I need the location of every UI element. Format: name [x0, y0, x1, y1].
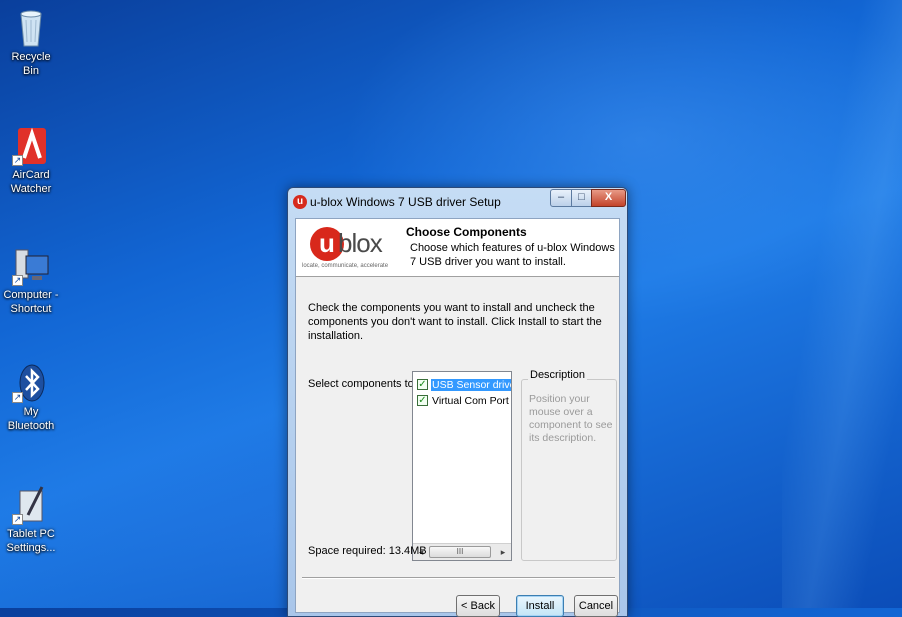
ublox-app-icon: u	[293, 195, 307, 209]
scrollbar-thumb[interactable]: III	[429, 546, 491, 558]
checkbox-checked-icon[interactable]: ✓	[417, 395, 428, 406]
shortcut-arrow-icon: ↗	[12, 514, 23, 525]
ublox-logo-tagline: locate, communicate, accelerate	[302, 263, 389, 269]
desktop-icon-label: My Bluetooth	[7, 406, 55, 432]
window-client-area: u blox locate, communicate, accelerate C…	[295, 218, 620, 617]
back-button[interactable]: < Back	[456, 595, 500, 617]
component-label: USB Sensor driver files	[431, 378, 511, 391]
desktop-icon-label: Computer - Shortcut	[3, 289, 59, 315]
tablet-pc-settings-icon: ↗	[12, 485, 50, 525]
desktop-icon-bluetooth[interactable]: ↗ My Bluetooth	[2, 363, 60, 433]
setup-window: u u-blox Windows 7 USB driver Setup – □ …	[287, 187, 628, 617]
component-usb-sensor-driver-files[interactable]: ✓ USB Sensor driver files	[417, 377, 511, 392]
component-label: Virtual Com Port driver files	[432, 394, 511, 407]
desktop-icon-recycle-bin[interactable]: Recycle Bin	[2, 8, 60, 78]
install-button[interactable]: Install	[516, 595, 564, 617]
desktop-icon-aircard-watcher[interactable]: ↗ AirCard Watcher	[2, 126, 60, 196]
window-titlebar[interactable]: u u-blox Windows 7 USB driver Setup – □ …	[288, 188, 627, 218]
desktop-icon-label: Tablet PC Settings...	[6, 528, 56, 554]
footer-divider	[302, 577, 615, 579]
component-virtual-com-port-driver-files[interactable]: ✓ Virtual Com Port driver files	[417, 393, 511, 408]
computer-icon: ↗	[12, 246, 50, 286]
desktop-light-streak	[782, 0, 902, 608]
header-band: u blox locate, communicate, accelerate C…	[296, 219, 619, 277]
page-subtitle: Choose which features of u-blox Windows …	[410, 242, 615, 268]
minimize-button[interactable]: –	[550, 189, 572, 207]
checkbox-checked-icon[interactable]: ✓	[417, 379, 428, 390]
horizontal-scrollbar[interactable]: ◂ III ▸	[413, 543, 511, 560]
description-legend: Description	[528, 369, 588, 381]
intro-text: Check the components you want to install…	[308, 302, 602, 342]
aircard-watcher-icon: ↗	[12, 126, 50, 166]
desktop-icon-computer[interactable]: ↗ Computer - Shortcut	[2, 246, 60, 316]
space-required-label: Space required: 13.4MB	[308, 545, 427, 557]
ublox-logo: u blox locate, communicate, accelerate	[302, 223, 400, 273]
desktop-icon-tablet-pc-settings[interactable]: ↗ Tablet PC Settings...	[2, 485, 60, 555]
cancel-button[interactable]: Cancel	[574, 595, 618, 617]
maximize-button[interactable]: □	[571, 189, 592, 207]
bluetooth-icon: ↗	[12, 363, 50, 403]
recycle-bin-icon	[12, 8, 50, 48]
description-text: Position your mouse over a component to …	[529, 393, 613, 444]
description-groupbox: Position your mouse over a component to …	[521, 379, 617, 561]
shortcut-arrow-icon: ↗	[12, 275, 23, 286]
ublox-logo-word: blox	[338, 228, 383, 258]
window-title: u-blox Windows 7 USB driver Setup	[310, 195, 501, 209]
scroll-right-icon[interactable]: ▸	[497, 546, 509, 558]
desktop-icon-label: AirCard Watcher	[10, 169, 52, 195]
shortcut-arrow-icon: ↗	[12, 155, 23, 166]
shortcut-arrow-icon: ↗	[12, 392, 23, 403]
close-button[interactable]: X	[591, 189, 626, 207]
components-tree[interactable]: ✓ USB Sensor driver files ✓ Virtual Com …	[412, 371, 512, 561]
page-title: Choose Components	[406, 225, 527, 239]
desktop-icon-label: Recycle Bin	[11, 51, 51, 77]
